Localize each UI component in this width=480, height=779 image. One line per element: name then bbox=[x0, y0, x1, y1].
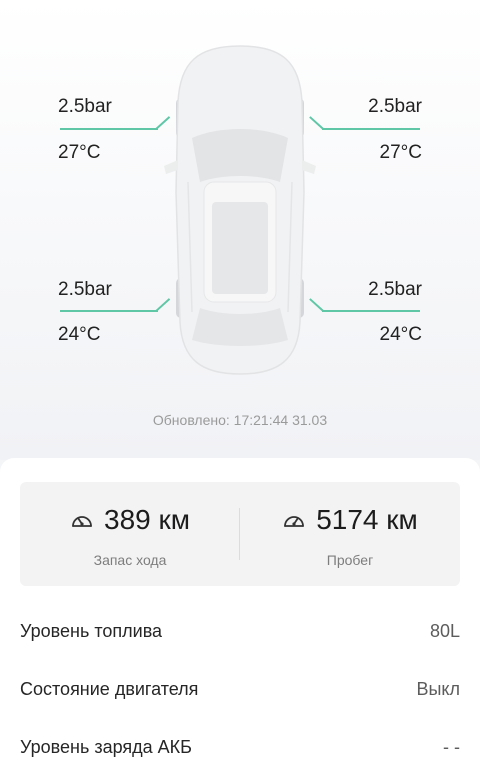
front-left-temperature: 27°C bbox=[58, 142, 101, 163]
car-top-view-image bbox=[164, 45, 316, 375]
updated-timestamp: Обновлено: 17:21:44 31.03 bbox=[152, 412, 328, 428]
front-right-temperature: 27°C bbox=[379, 142, 422, 163]
rear-right-leader-line bbox=[322, 310, 420, 312]
fuel-level-label: Уровень топлива bbox=[20, 620, 163, 641]
engine-state-row: Состояние двигателя Выкл bbox=[20, 674, 460, 704]
mileage-value: 5174 км bbox=[316, 504, 418, 535]
engine-state-value: Выкл bbox=[416, 678, 460, 699]
tire-status-panel: 2.5bar 27°C 2.5bar 27°C 2.5bar 24°C 2.5b… bbox=[0, 0, 480, 460]
front-left-leader-line bbox=[60, 128, 158, 130]
battery-level-value: - - bbox=[443, 736, 460, 757]
speedometer-icon bbox=[72, 516, 92, 527]
rear-left-leader-line bbox=[60, 310, 158, 312]
stats-card: 389 км Запас хода 5174 км Пробег bbox=[20, 482, 460, 586]
fuel-level-value: 80L bbox=[429, 620, 460, 641]
front-right-leader-line bbox=[322, 128, 420, 130]
range-value: 389 км bbox=[104, 504, 190, 535]
odometer-icon bbox=[284, 516, 305, 527]
front-right-pressure: 2.5bar bbox=[368, 96, 422, 117]
front-left-pressure: 2.5bar bbox=[58, 96, 112, 117]
rear-left-temperature: 24°C bbox=[58, 324, 101, 345]
vehicle-info-sheet: 389 км Запас хода 5174 км Пробег Уровень… bbox=[0, 458, 480, 779]
rear-left-pressure: 2.5bar bbox=[58, 279, 112, 300]
range-stat: 389 км Запас хода bbox=[20, 482, 240, 586]
range-caption: Запас хода bbox=[93, 552, 167, 568]
mileage-caption: Пробег bbox=[326, 552, 374, 568]
rear-right-pressure: 2.5bar bbox=[368, 279, 422, 300]
mileage-stat: 5174 км Пробег bbox=[240, 482, 460, 586]
fuel-level-row: Уровень топлива 80L bbox=[20, 616, 460, 646]
rear-right-temperature: 24°C bbox=[379, 324, 422, 345]
battery-level-label: Уровень заряда АКБ bbox=[20, 736, 192, 757]
engine-state-label: Состояние двигателя bbox=[20, 678, 199, 699]
battery-level-row: Уровень заряда АКБ - - bbox=[20, 732, 460, 762]
